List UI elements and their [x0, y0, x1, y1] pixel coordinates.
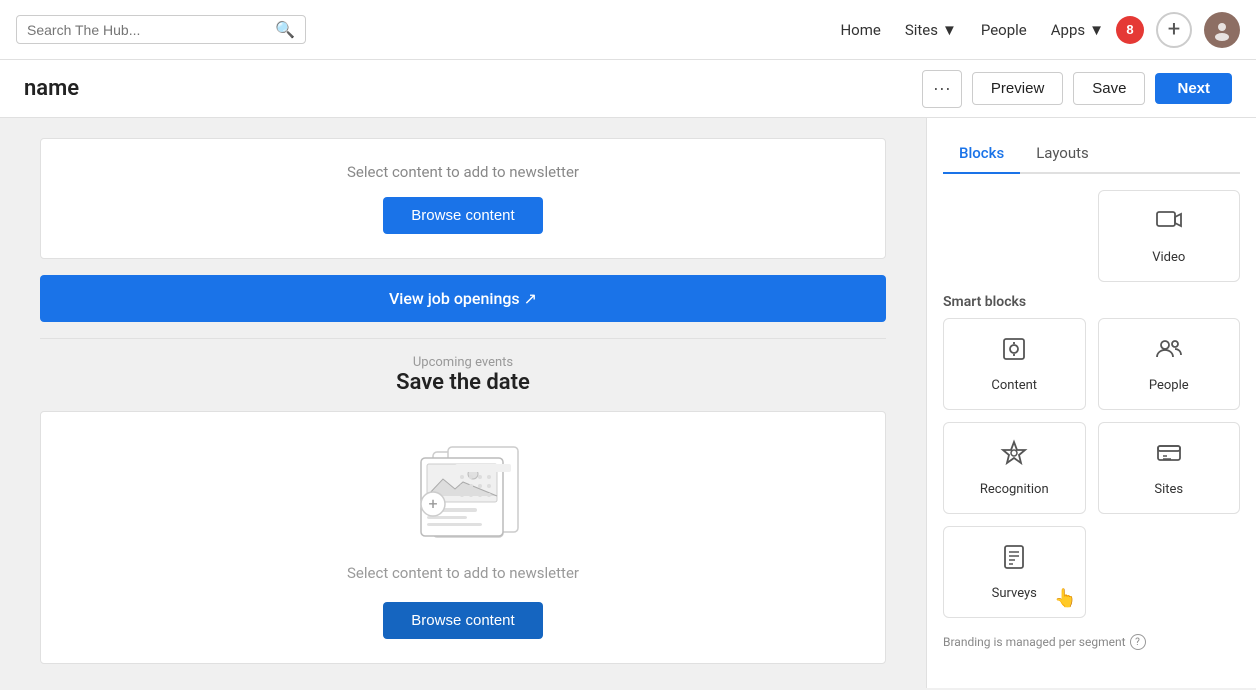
- preview-button[interactable]: Preview: [972, 72, 1063, 105]
- smart-blocks-grid: Content People: [943, 318, 1240, 618]
- next-button[interactable]: Next: [1155, 73, 1232, 104]
- nav-apps[interactable]: Apps ▼: [1051, 21, 1104, 39]
- events-block-text: Select content to add to newsletter: [347, 564, 579, 582]
- browse-content-button-events[interactable]: Browse content: [383, 602, 542, 639]
- surveys-icon: [1000, 543, 1028, 578]
- cursor-icon: 👆: [1054, 588, 1076, 609]
- page-title: name: [24, 76, 906, 101]
- sub-header: name ··· Preview Save Next: [0, 60, 1256, 118]
- ellipsis-button[interactable]: ···: [922, 70, 962, 108]
- block-card-people[interactable]: People: [1098, 318, 1241, 410]
- chevron-down-icon: ▼: [1089, 21, 1104, 39]
- people-label: People: [1149, 378, 1189, 393]
- tab-layouts[interactable]: Layouts: [1020, 134, 1105, 174]
- surveys-label: Surveys: [992, 586, 1037, 601]
- events-sub-label: Upcoming events: [40, 355, 886, 370]
- search-icon: 🔍: [275, 20, 295, 39]
- info-icon: ?: [1130, 634, 1146, 650]
- events-section: Upcoming events Save the date: [40, 355, 886, 664]
- add-button[interactable]: +: [1156, 12, 1192, 48]
- sites-label: Sites: [1154, 482, 1183, 497]
- search-input[interactable]: [27, 22, 267, 38]
- nav-people[interactable]: People: [981, 21, 1027, 39]
- nav-home[interactable]: Home: [840, 21, 880, 39]
- right-sidebar: Blocks Layouts Video Smart blocks: [926, 118, 1256, 688]
- content-icon: [1000, 335, 1028, 370]
- recognition-label: Recognition: [980, 482, 1049, 497]
- events-main-label: Save the date: [40, 370, 886, 395]
- branding-text: Branding is managed per segment: [943, 635, 1126, 649]
- notification-button[interactable]: 8: [1116, 16, 1144, 44]
- block-card-recognition[interactable]: Recognition: [943, 422, 1086, 514]
- browse-content-button-top[interactable]: Browse content: [383, 197, 542, 234]
- nav-sites[interactable]: Sites ▼: [905, 21, 957, 39]
- video-label: Video: [1152, 250, 1185, 265]
- divider: [40, 338, 886, 339]
- block-card-video[interactable]: Video: [1098, 190, 1241, 282]
- events-block: +: [40, 411, 886, 664]
- top-nav: 🔍 Home Sites ▼ People Apps ▼ 8 +: [0, 0, 1256, 60]
- toolbar-actions: ··· Preview Save Next: [922, 70, 1232, 108]
- main-layout: Select content to add to newsletter Brow…: [0, 118, 1256, 688]
- people-icon: [1155, 335, 1183, 370]
- tab-blocks[interactable]: Blocks: [943, 134, 1020, 174]
- search-bar[interactable]: 🔍: [16, 15, 306, 44]
- block-card-content[interactable]: Content: [943, 318, 1086, 410]
- save-button[interactable]: Save: [1073, 72, 1145, 105]
- chevron-down-icon: ▼: [942, 21, 957, 39]
- content-area: Select content to add to newsletter Brow…: [0, 118, 926, 688]
- newsletter-text-top: Select content to add to newsletter: [347, 163, 579, 181]
- job-bar-label: View job openings ↗: [389, 289, 537, 308]
- events-illustration: +: [373, 444, 553, 544]
- smart-blocks-title: Smart blocks: [943, 294, 1240, 310]
- video-icon: [1155, 207, 1183, 242]
- sites-icon: [1155, 439, 1183, 474]
- svg-text:+: +: [428, 494, 437, 513]
- nav-links: Home Sites ▼ People Apps ▼: [840, 21, 1104, 39]
- block-card-sites[interactable]: Sites: [1098, 422, 1241, 514]
- job-bar[interactable]: View job openings ↗: [40, 275, 886, 322]
- avatar[interactable]: [1204, 12, 1240, 48]
- sidebar-tabs: Blocks Layouts: [943, 134, 1240, 174]
- content-label: Content: [991, 378, 1037, 393]
- block-card-surveys[interactable]: Surveys 👆: [943, 526, 1086, 618]
- blocks-grid-top: Video: [943, 190, 1240, 282]
- events-header: Upcoming events Save the date: [40, 355, 886, 399]
- branding-note: Branding is managed per segment ?: [943, 634, 1240, 650]
- newsletter-block-top: Select content to add to newsletter Brow…: [40, 138, 886, 259]
- recognition-icon: [1000, 439, 1028, 474]
